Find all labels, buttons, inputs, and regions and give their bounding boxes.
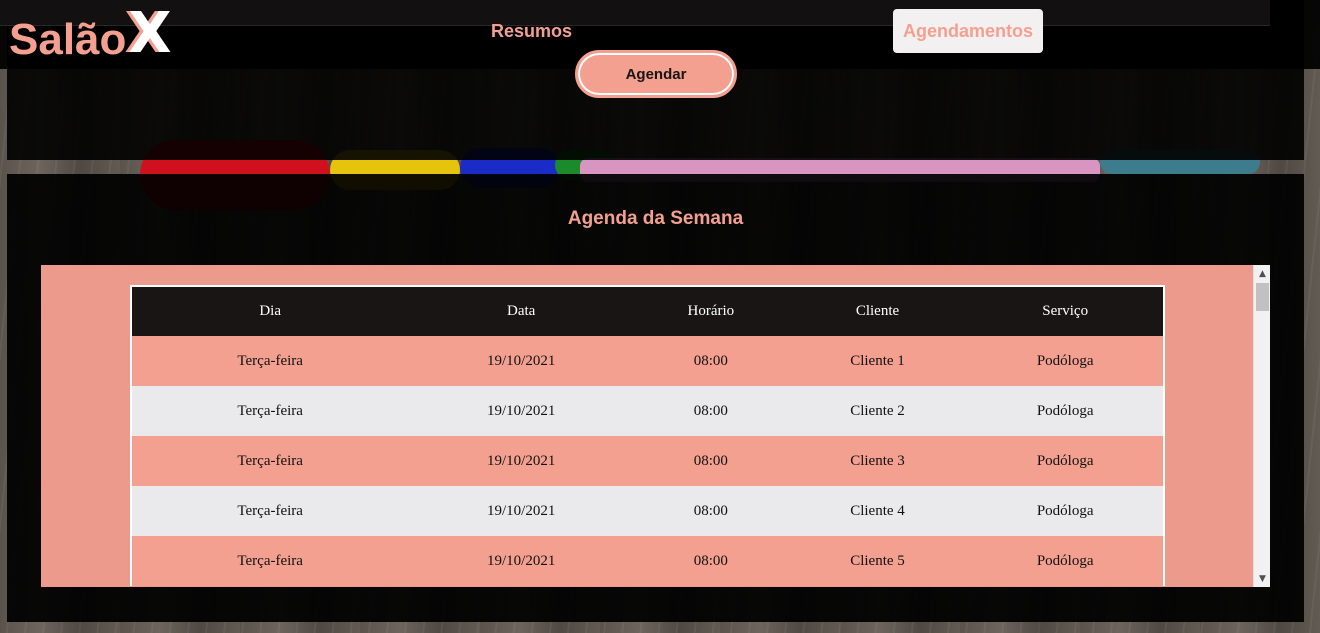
column-header-servico: Serviço (967, 286, 1164, 336)
table-header-row: Dia Data Horário Cliente Serviço (131, 286, 1164, 336)
brand-mark: X (128, 1, 172, 66)
cell-horario: 08:00 (633, 486, 788, 536)
scroll-up-arrow-icon[interactable]: ▲ (1254, 265, 1270, 282)
cell-horario: 08:00 (633, 436, 788, 486)
cell-data: 19/10/2021 (408, 536, 634, 586)
cell-cliente: Cliente 3 (787, 436, 968, 486)
cell-dia: Terça-feira (131, 436, 409, 486)
table-row: Terça-feira 19/10/2021 08:00 Cliente 2 P… (131, 386, 1164, 436)
agenda-title: Agenda da Semana (567, 208, 744, 229)
table-row: Terça-feira 19/10/2021 08:00 Cliente 4 P… (131, 486, 1164, 536)
agenda-table-container[interactable]: Dia Data Horário Cliente Serviço Terça-f… (41, 265, 1270, 587)
cell-cliente: Cliente 5 (787, 536, 968, 586)
cell-dia: Terça-feira (131, 486, 409, 536)
table-row: Terça-feira 19/10/2021 08:00 Cliente 5 P… (131, 536, 1164, 586)
agenda-panel: Agenda da Semana Dia Data Horário Client… (7, 174, 1304, 622)
topbar-strip (0, 0, 1270, 26)
cell-servico: Podóloga (967, 536, 1164, 586)
table-scrollbar[interactable]: ▲ ▼ (1253, 265, 1270, 587)
scroll-down-arrow-icon[interactable]: ▼ (1254, 570, 1270, 587)
cell-cliente: Cliente 2 (787, 386, 968, 436)
cell-data: 19/10/2021 (408, 336, 634, 386)
nav-resumos-link[interactable]: Resumos (491, 9, 572, 53)
table-row: Terça-feira 19/10/2021 08:00 Cliente 1 P… (131, 336, 1164, 386)
agenda-table: Dia Data Horário Cliente Serviço Terça-f… (130, 285, 1165, 586)
brand-logo[interactable]: Salão X (9, 6, 172, 62)
cell-horario: 08:00 (633, 336, 788, 386)
cell-servico: Podóloga (967, 436, 1164, 486)
cell-servico: Podóloga (967, 486, 1164, 536)
scrollbar-thumb[interactable] (1256, 283, 1269, 311)
cell-servico: Podóloga (967, 336, 1164, 386)
cell-horario: 08:00 (633, 536, 788, 586)
cell-dia: Terça-feira (131, 536, 409, 586)
cell-horario: 08:00 (633, 386, 788, 436)
cell-cliente: Cliente 1 (787, 336, 968, 386)
cell-dia: Terça-feira (131, 336, 409, 386)
column-header-dia: Dia (131, 286, 409, 336)
table-row: Terça-feira 19/10/2021 08:00 Cliente 3 P… (131, 436, 1164, 486)
column-header-data: Data (408, 286, 634, 336)
cell-servico: Podóloga (967, 386, 1164, 436)
agendar-button[interactable]: Agendar (575, 50, 737, 98)
cell-data: 19/10/2021 (408, 386, 634, 436)
cell-data: 19/10/2021 (408, 486, 634, 536)
cell-data: 19/10/2021 (408, 436, 634, 486)
cell-dia: Terça-feira (131, 386, 409, 436)
cell-cliente: Cliente 4 (787, 486, 968, 536)
nav-agendamentos-link[interactable]: Agendamentos (893, 9, 1043, 53)
column-header-horario: Horário (633, 286, 788, 336)
column-header-cliente: Cliente (787, 286, 968, 336)
brand-name: Salão (9, 15, 127, 64)
